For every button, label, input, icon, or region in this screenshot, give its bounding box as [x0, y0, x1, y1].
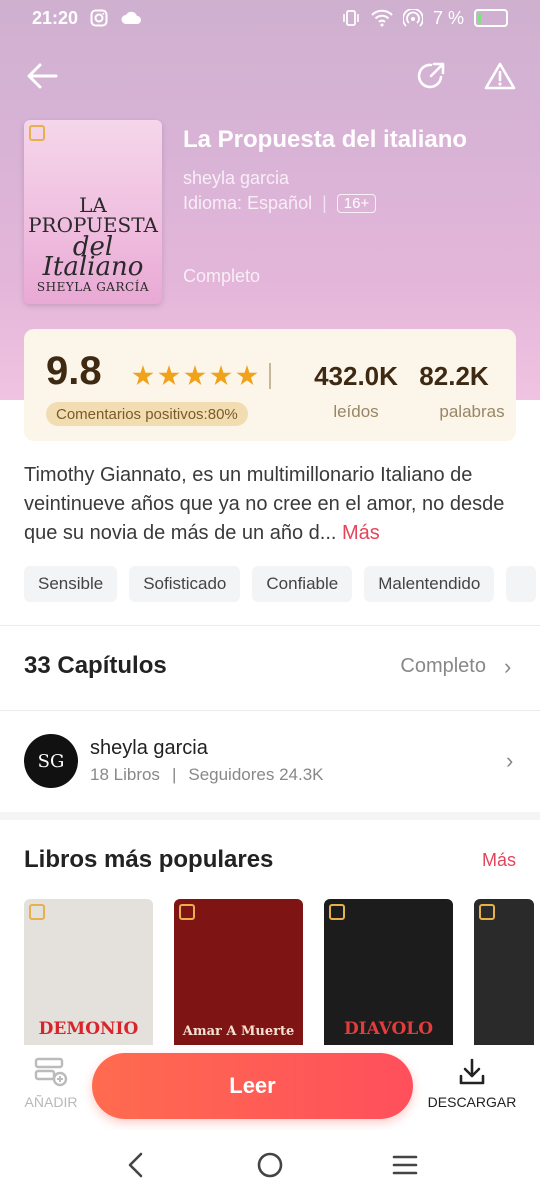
reads-stat: 432.0K leídos: [306, 361, 406, 422]
share-button[interactable]: [413, 58, 449, 94]
synopsis[interactable]: Timothy Giannato, es un multimillonario …: [24, 461, 519, 548]
publisher-logo-icon: [179, 904, 195, 920]
author-avatar-monogram: SG: [37, 750, 65, 772]
battery-icon: [474, 9, 508, 27]
read-button[interactable]: Leer: [92, 1053, 413, 1119]
status-time: 21:20: [32, 7, 79, 28]
vertical-divider: [269, 363, 271, 389]
author-name: sheyla garcia: [90, 737, 208, 759]
book-title: La Propuesta del italiano: [183, 126, 468, 153]
star-icon: [132, 365, 154, 386]
share-icon: [417, 62, 445, 89]
rating-stars: [132, 365, 258, 387]
chevron-right-icon: ›: [504, 654, 512, 679]
back-button[interactable]: [24, 58, 60, 94]
author-row[interactable]: [0, 711, 540, 811]
system-recents-button[interactable]: [388, 1148, 422, 1182]
warning-icon: [484, 62, 516, 90]
book-info: La Propuesta del italiano sheyla garcia …: [183, 124, 523, 287]
instagram-icon: [90, 9, 108, 27]
reads-value: 432.0K: [314, 361, 398, 391]
author-followers: Seguidores 24.3K: [188, 765, 324, 784]
hotspot-icon: [402, 9, 423, 27]
book-cover[interactable]: LA PROPUESTA del Italiano SHEYLA GARCÍA: [24, 120, 162, 304]
words-label: palabras: [439, 402, 505, 421]
vibrate-icon: [343, 10, 359, 26]
tag-chip-partial[interactable]: [506, 566, 537, 602]
publisher-logo-icon: [479, 904, 495, 920]
cover-title-italiano: Italiano: [42, 252, 144, 282]
home-circle-icon: [257, 1152, 283, 1178]
chapters-count: 33 Capítulos: [24, 652, 167, 679]
book-language-row: Idioma: Español | 16+: [183, 193, 523, 214]
popular-books-row: DEMONIO Amar A Muerte DIAVOLO: [24, 899, 540, 1045]
add-to-library-button[interactable]: AÑADIR: [16, 1057, 86, 1110]
popular-book-cover[interactable]: DIAVOLO: [324, 899, 453, 1045]
download-label: DESCARGAR: [427, 1094, 517, 1110]
section-gap: [0, 812, 540, 820]
publisher-logo-icon: [29, 125, 45, 141]
menu-icon: [392, 1155, 418, 1175]
popular-book-cover[interactable]: Amar A Muerte: [174, 899, 303, 1045]
cloud-icon: [121, 11, 142, 24]
add-label: AÑADIR: [24, 1094, 78, 1110]
popular-book-label: Amar A Muerte: [182, 1024, 295, 1039]
popular-book-label: DIAVOLO: [343, 1019, 434, 1039]
author-avatar[interactable]: SG: [24, 734, 78, 788]
popular-title: Libros más populares: [24, 846, 274, 873]
separator: |: [171, 765, 177, 784]
report-button[interactable]: [482, 58, 518, 94]
chapters-status: Completo: [400, 655, 486, 677]
popular-more-link[interactable]: Más: [482, 850, 516, 871]
star-icon: [236, 365, 258, 386]
chevron-left-icon: [128, 1152, 143, 1178]
rating-score: 9.8: [46, 349, 102, 393]
rating-card: 9.8 Comentarios positivos:80% 432.0K leí…: [24, 329, 516, 441]
reads-label: leídos: [333, 402, 379, 421]
tag-chip[interactable]: Sofisticado: [129, 566, 241, 602]
status-bar: 21:20 7 %: [0, 0, 540, 36]
top-nav: [0, 56, 540, 100]
star-icon: [184, 365, 206, 386]
popular-book-label: DEMONIO: [38, 1019, 139, 1039]
system-home-button[interactable]: [253, 1148, 287, 1182]
system-navigation-bar: [0, 1130, 540, 1200]
battery-percent: 7 %: [432, 7, 464, 28]
star-icon: [210, 365, 232, 386]
download-button[interactable]: DESCARGAR: [424, 1057, 520, 1110]
star-icon: [158, 365, 180, 386]
positive-reviews-badge: Comentarios positivos:80%: [46, 402, 248, 426]
age-rating-badge: 16+: [336, 194, 377, 213]
book-status: Completo: [183, 266, 261, 286]
tag-chip[interactable]: Sensible: [24, 566, 118, 602]
separator: |: [322, 193, 327, 213]
action-bar: AÑADIR Leer DESCARGAR: [0, 1045, 540, 1130]
battery-level: [478, 13, 481, 23]
tag-chip[interactable]: Confiable: [252, 566, 353, 602]
words-stat: 82.2K palabras: [404, 361, 504, 422]
book-author[interactable]: sheyla garcia: [183, 168, 523, 189]
synopsis-more-link[interactable]: Más: [342, 522, 380, 544]
add-shelf-icon: [34, 1057, 68, 1087]
cover-title: LA PROPUESTA del Italiano: [24, 193, 162, 280]
system-back-button[interactable]: [118, 1148, 152, 1182]
arrow-left-icon: [27, 63, 58, 89]
publisher-logo-icon: [29, 904, 45, 920]
cover-title-line1: LA PROPUESTA: [28, 193, 158, 237]
popular-book-cover[interactable]: DEMONIO: [24, 899, 153, 1045]
tag-chip[interactable]: Malentendido: [364, 566, 495, 602]
cover-title-line2: del Italiano: [24, 234, 162, 280]
chevron-right-icon: ›: [506, 748, 514, 773]
words-value: 82.2K: [419, 361, 489, 391]
synopsis-text: Timothy Giannato, es un multimillonario …: [24, 464, 505, 544]
publisher-logo-icon: [329, 904, 345, 920]
book-language: Idioma: Español: [183, 193, 313, 213]
tag-list: Sensible Sofisticado Confiable Malentend…: [24, 566, 540, 602]
download-icon: [459, 1058, 485, 1085]
author-meta: 18 Libros | Seguidores 24.3K: [90, 765, 324, 785]
wifi-icon: [371, 9, 393, 27]
cover-author: SHEYLA GARCÍA: [36, 280, 150, 294]
author-books: 18 Libros: [90, 765, 160, 784]
popular-book-cover[interactable]: [474, 899, 534, 1045]
